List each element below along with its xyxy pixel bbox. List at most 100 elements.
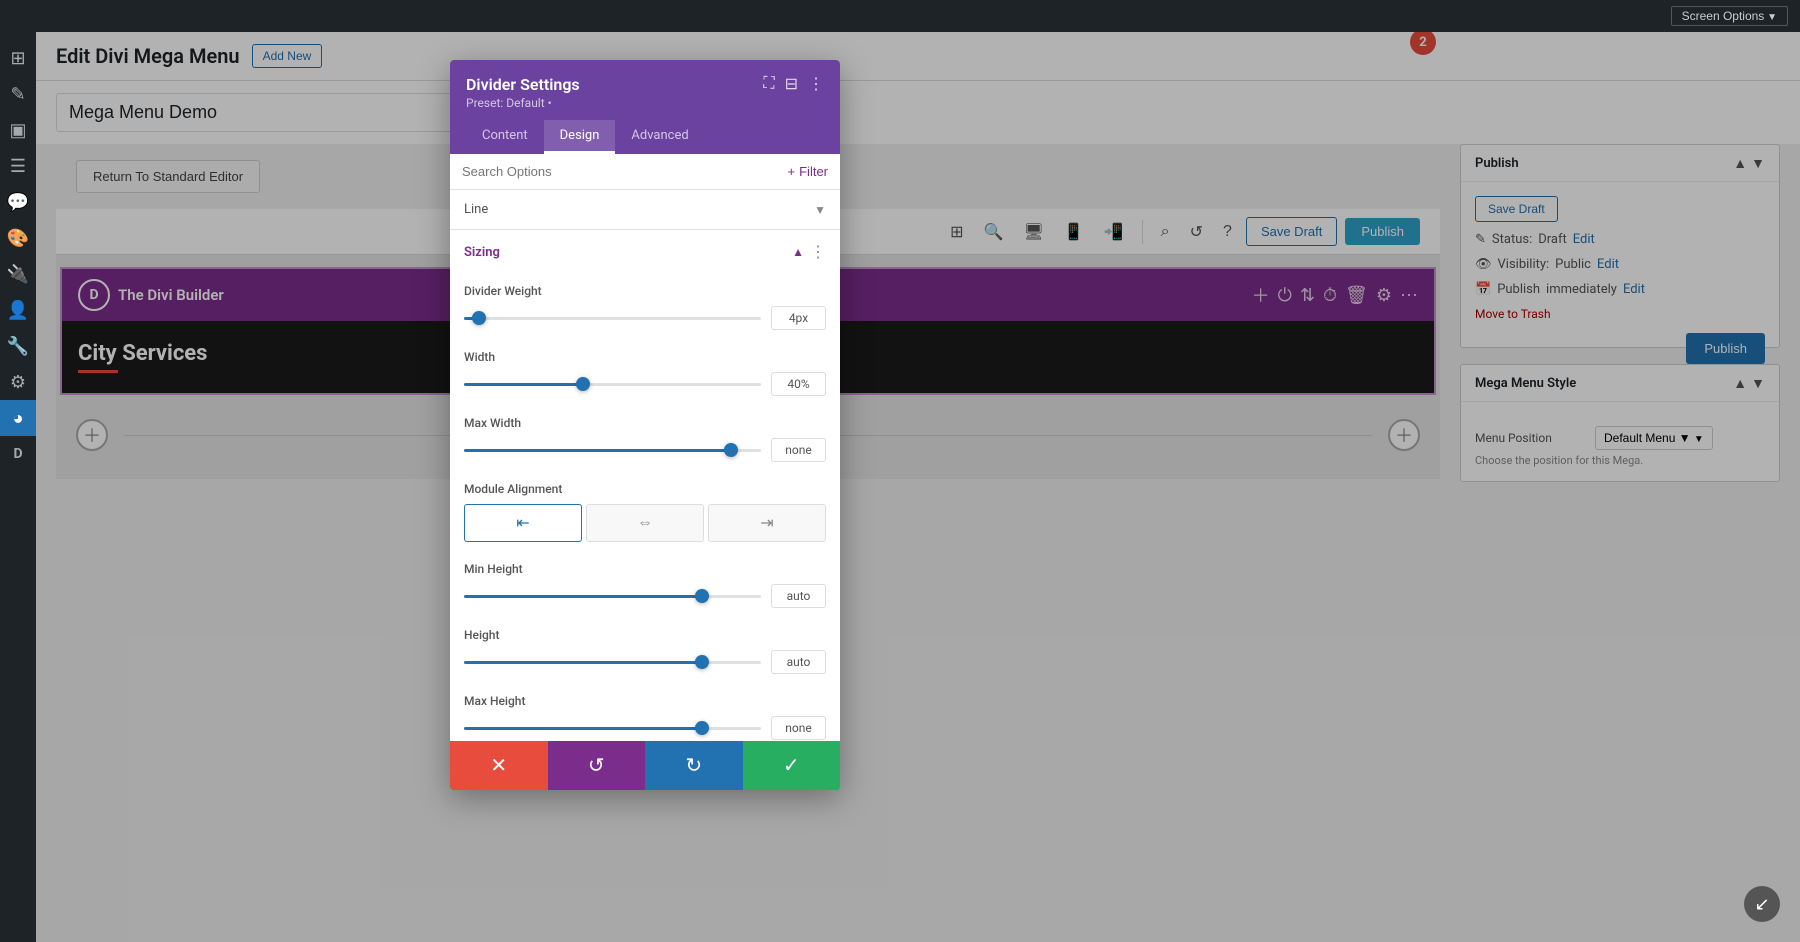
width-row: Width 40% (450, 340, 840, 406)
chevron-up-icon: ▲ (792, 245, 804, 259)
close-modal-circle[interactable]: ↙ (1744, 886, 1780, 922)
sidebar-item-posts[interactable]: ✎ (0, 76, 36, 112)
align-left-icon: ⇤ (516, 513, 529, 533)
divider-weight-row: Divider Weight 4px (450, 274, 840, 340)
height-thumb[interactable] (695, 655, 709, 669)
modal-overlay (36, 32, 1800, 942)
redo-button[interactable]: ↻ (645, 741, 743, 790)
close-circle-icon: ↙ (1754, 894, 1769, 915)
sidebar-item-tools[interactable]: 🔧 (0, 328, 36, 364)
divider-weight-track[interactable] (464, 317, 761, 320)
align-center-icon: ⇔ (637, 514, 653, 532)
align-center-button[interactable]: ⇔ (586, 504, 704, 542)
sidebar-item-users[interactable]: 👤 (0, 292, 36, 328)
tab-content[interactable]: Content (466, 120, 544, 154)
line-section: Line ▼ (450, 190, 840, 230)
undo-button[interactable]: ↺ (548, 741, 646, 790)
sizing-header-actions: ▲ ⋮ (792, 242, 826, 262)
modal-title: Divider Settings (466, 75, 580, 94)
min-height-slider-row: auto (464, 584, 826, 608)
sizing-section-title: Sizing (464, 245, 500, 260)
min-height-fill (464, 595, 702, 598)
min-height-thumb[interactable] (695, 589, 709, 603)
tab-advanced[interactable]: Advanced (615, 120, 704, 154)
sidebar-item-plugins[interactable]: 🔌 (0, 256, 36, 292)
height-track[interactable] (464, 661, 761, 664)
search-options-input[interactable] (462, 164, 780, 179)
width-value[interactable]: 40% (771, 372, 826, 396)
align-right-button[interactable]: ⇥ (708, 504, 826, 542)
alignment-buttons: ⇤ ⇔ ⇥ (464, 504, 826, 542)
sidebar-item-media[interactable]: ▣ (0, 112, 36, 148)
modal-header-actions: ⛶ ⊟ ⋮ (763, 74, 824, 94)
height-value[interactable]: auto (771, 650, 826, 674)
sidebar-item-divi2[interactable]: D (0, 436, 36, 472)
height-row: Height auto (450, 618, 840, 684)
modal-tabs: Content Design Advanced (466, 120, 824, 154)
height-label: Height (464, 628, 826, 642)
sidebar-item-settings[interactable]: ⚙ (0, 364, 36, 400)
height-slider-row: auto (464, 650, 826, 674)
max-height-thumb[interactable] (695, 721, 709, 735)
module-alignment-label: Module Alignment (464, 482, 826, 496)
redo-icon: ↻ (685, 753, 702, 778)
chevron-down-icon: ▼ (814, 203, 826, 217)
sidebar-item-pages[interactable]: ☰ (0, 148, 36, 184)
more-options-icon-btn[interactable]: ⋮ (808, 74, 824, 94)
module-alignment-row: Module Alignment ⇤ ⇔ ⇥ (450, 472, 840, 552)
modal-footer: ✕ ↺ ↻ ✓ (450, 741, 840, 790)
modal-title-row: Divider Settings ⛶ ⊟ ⋮ (466, 74, 824, 94)
max-height-track[interactable] (464, 727, 761, 730)
max-height-fill (464, 727, 702, 730)
max-width-track[interactable] (464, 449, 761, 452)
modal-body: + Filter Line ▼ Sizing ▲ ⋮ Divider Weig (450, 154, 840, 741)
sizing-more-btn[interactable]: ⋮ (810, 242, 826, 262)
sidebar-item-comments[interactable]: 💬 (0, 184, 36, 220)
divider-settings-modal: Divider Settings ⛶ ⊟ ⋮ Preset: Default •… (450, 60, 840, 790)
confirm-icon: ✓ (783, 753, 800, 778)
max-height-slider-row: none (464, 716, 826, 740)
width-track[interactable] (464, 383, 761, 386)
max-width-value[interactable]: none (771, 438, 826, 462)
undo-icon: ↺ (588, 753, 605, 778)
modal-preset: Preset: Default • (466, 96, 824, 110)
min-height-value[interactable]: auto (771, 584, 826, 608)
filter-button[interactable]: + Filter (788, 164, 828, 179)
divider-weight-label: Divider Weight (464, 284, 826, 298)
sidebar-item-dashboard[interactable]: ⊞ (0, 40, 36, 76)
confirm-button[interactable]: ✓ (743, 741, 841, 790)
width-fill (464, 383, 583, 386)
width-label: Width (464, 350, 826, 364)
line-section-title: Line (464, 202, 488, 217)
sidebar-item-divi[interactable]: ◕ (0, 400, 36, 436)
align-right-icon: ⇥ (760, 513, 773, 533)
max-width-thumb[interactable] (724, 443, 738, 457)
filter-icon: + (788, 164, 796, 179)
max-height-value[interactable]: none (771, 716, 826, 740)
tab-design[interactable]: Design (544, 120, 616, 154)
sidebar-item-appearance[interactable]: 🎨 (0, 220, 36, 256)
height-fill (464, 661, 702, 664)
max-height-row: Max Height none (450, 684, 840, 741)
divider-weight-thumb[interactable] (472, 311, 486, 325)
max-height-label: Max Height (464, 694, 826, 708)
fullscreen-icon-btn[interactable]: ⛶ (763, 75, 774, 93)
min-height-track[interactable] (464, 595, 761, 598)
max-width-row: Max Width none (450, 406, 840, 472)
width-slider-row: 40% (464, 372, 826, 396)
top-bar: Screen Options (0, 0, 1800, 32)
max-width-slider-row: none (464, 438, 826, 462)
width-thumb[interactable] (576, 377, 590, 391)
max-width-label: Max Width (464, 416, 826, 430)
align-left-button[interactable]: ⇤ (464, 504, 582, 542)
min-height-row: Min Height auto (450, 552, 840, 618)
line-section-header[interactable]: Line ▼ (450, 190, 840, 229)
cancel-button[interactable]: ✕ (450, 741, 548, 790)
sizing-section-header[interactable]: Sizing ▲ ⋮ (450, 230, 840, 274)
divider-weight-value[interactable]: 4px (771, 306, 826, 330)
sizing-section: Sizing ▲ ⋮ Divider Weight 4px (450, 230, 840, 741)
split-view-icon-btn[interactable]: ⊟ (785, 74, 798, 94)
min-height-label: Min Height (464, 562, 826, 576)
filter-label: Filter (799, 164, 828, 179)
screen-options-button[interactable]: Screen Options (1671, 6, 1788, 26)
